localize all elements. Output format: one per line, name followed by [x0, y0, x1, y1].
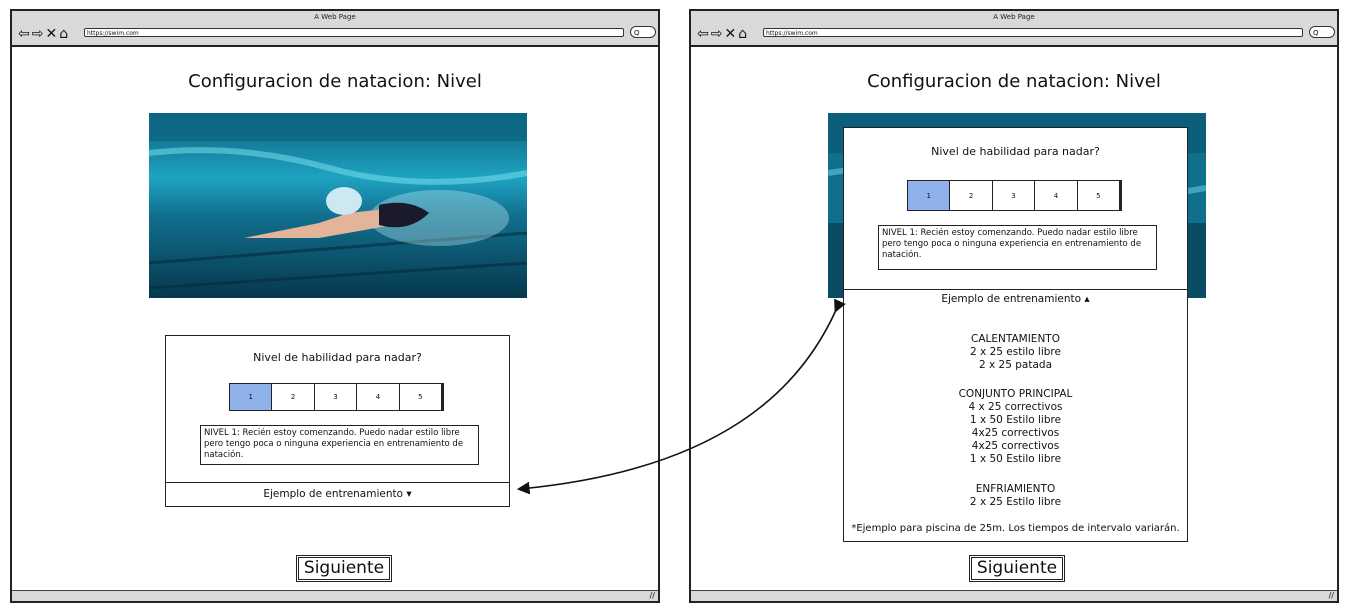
level-option-2[interactable]: 2: [272, 384, 315, 410]
browser-toolbar: ⇦⇨✕⌂ https://swim.com Q: [12, 23, 658, 47]
warmup-title: CALENTAMIENTO: [971, 333, 1060, 345]
level-selector: 1 2 3 4 5: [907, 180, 1120, 211]
search-icon[interactable]: Q: [630, 26, 656, 38]
main-set-item: 4x25 correctivos: [971, 440, 1060, 452]
main-set-title: CONJUNTO PRINCIPAL: [958, 388, 1073, 400]
next-button[interactable]: Siguiente: [971, 557, 1063, 580]
example-panel-expanded: Ejemplo de entrenamiento ▴ CALENTAMIENTO…: [843, 289, 1188, 542]
cooldown-item: 2 x 25 Estilo libre: [969, 496, 1062, 508]
browser-window-expanded: A Web Page ⇦⇨✕⌂ https://swim.com Q Confi…: [689, 9, 1339, 603]
level-option-3[interactable]: 3: [314, 384, 358, 410]
example-toggle-collapsed[interactable]: Ejemplo de entrenamiento ▾: [165, 482, 510, 507]
level-description: NIVEL 1: Recién estoy comenzando. Puedo …: [200, 425, 479, 465]
url-bar[interactable]: https://swim.com: [763, 28, 1303, 37]
level-option-1[interactable]: 1: [908, 181, 951, 210]
warmup-item: 2 x 25 patada: [978, 359, 1053, 371]
level-option-4[interactable]: 4: [357, 384, 400, 410]
resize-grip-icon[interactable]: //: [650, 591, 655, 601]
main-set-item: 1 x 50 Estilo libre: [969, 414, 1062, 426]
cooldown-title: ENFRIAMIENTO: [975, 483, 1056, 495]
example-footnote: *Ejemplo para piscina de 25m. Los tiempo…: [851, 523, 1180, 534]
level-option-5[interactable]: 5: [399, 384, 442, 410]
status-bar: //: [12, 590, 658, 601]
browser-window-collapsed: A Web Page ⇦⇨✕⌂ https://swim.com Q Confi…: [10, 9, 660, 603]
skill-question: Nivel de habilidad para nadar?: [253, 351, 422, 364]
skill-panel: Nivel de habilidad para nadar? 1 2 3 4 5…: [843, 127, 1188, 291]
level-selector: 1 2 3 4 5: [229, 383, 442, 411]
search-icon[interactable]: Q: [1309, 26, 1335, 38]
url-bar[interactable]: https://swim.com: [84, 28, 624, 37]
skill-panel: Nivel de habilidad para nadar? 1 2 3 4 5…: [165, 335, 510, 483]
level-option-2[interactable]: 2: [950, 181, 993, 210]
warmup-item: 2 x 25 estilo libre: [970, 346, 1061, 358]
level-option-3[interactable]: 3: [992, 181, 1036, 210]
next-button[interactable]: Siguiente: [298, 557, 390, 580]
main-set-section: CONJUNTO PRINCIPAL 4 x 25 correctivos 1 …: [844, 388, 1187, 466]
page-title: Configuracion de natacion: Nivel: [188, 71, 482, 92]
browser-nav-icons[interactable]: ⇦⇨✕⌂: [697, 24, 749, 44]
swimmer-image: [149, 113, 527, 298]
browser-nav-icons[interactable]: ⇦⇨✕⌂: [18, 24, 70, 44]
example-toggle-expanded[interactable]: Ejemplo de entrenamiento ▴: [844, 293, 1187, 305]
main-set-item: 1 x 50 Estilo libre: [969, 453, 1062, 465]
page-title: Configuracion de natacion: Nivel: [867, 71, 1161, 92]
main-set-item: 4x25 correctivos: [971, 427, 1060, 439]
level-option-5[interactable]: 5: [1077, 181, 1120, 210]
cooldown-section: ENFRIAMIENTO 2 x 25 Estilo libre: [844, 483, 1187, 509]
skill-question: Nivel de habilidad para nadar?: [931, 145, 1100, 158]
warmup-section: CALENTAMIENTO 2 x 25 estilo libre 2 x 25…: [844, 333, 1187, 372]
resize-grip-icon[interactable]: //: [1329, 591, 1334, 601]
level-description: NIVEL 1: Recién estoy comenzando. Puedo …: [878, 225, 1157, 270]
main-set-item: 4 x 25 correctivos: [968, 401, 1063, 413]
level-option-1[interactable]: 1: [230, 384, 273, 410]
browser-toolbar: ⇦⇨✕⌂ https://swim.com Q: [691, 23, 1337, 47]
status-bar: //: [691, 590, 1337, 601]
swimmer-hero-image: [149, 113, 527, 298]
level-option-4[interactable]: 4: [1035, 181, 1078, 210]
